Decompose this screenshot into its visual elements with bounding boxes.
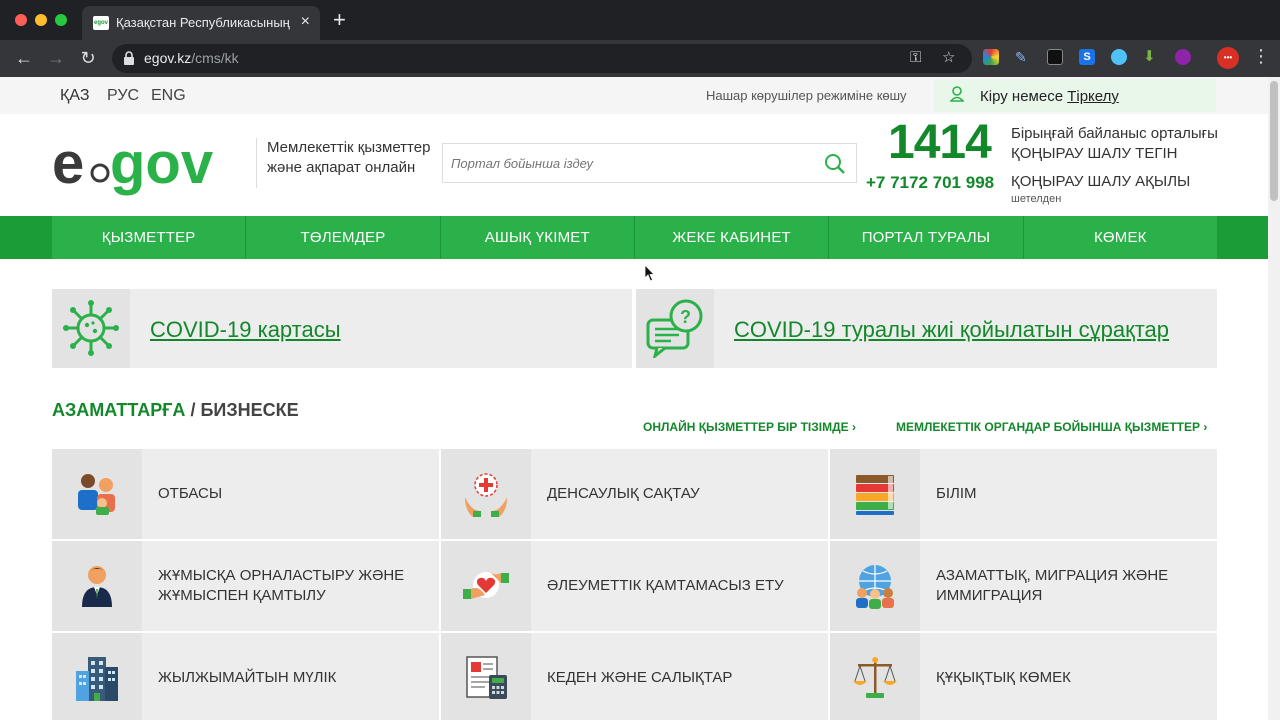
question-chat-icon: ? [646,299,703,358]
covid-faq-link[interactable]: COVID-19 туралы жиі қойылатын сұрақтар [734,317,1169,343]
globe-people-icon [856,565,894,609]
extension-s-icon[interactable]: S [1079,49,1095,65]
tab-title: Қазақстан Республикасының [116,15,290,30]
egov-logo[interactable]: e gov [52,135,244,199]
category-customs-tax[interactable]: КЕДЕН ЖӘНЕ САЛЫҚТАР [441,633,828,720]
category-label: КЕДЕН ЖӘНЕ САЛЫҚТАР [547,669,733,686]
category-label: ДЕНСАУЛЫҚ САҚТАУ [547,485,700,502]
page-scrollbar[interactable] [1268,77,1280,720]
tab-business[interactable]: БИЗНЕСКЕ [200,400,298,420]
tax-document-icon [466,656,507,699]
profile-avatar[interactable]: ••• [1217,47,1239,69]
paid-phone-sub: шетелден [1011,193,1062,205]
buildings-icon [76,657,118,701]
browser-menu-icon[interactable]: ⋮ [1252,46,1270,66]
category-label: ҚҰҚЫҚТЫҚ КӨМЕК [936,669,1071,686]
category-label: АЗАМАТТЫҚ, МИГРАЦИЯ ЖӘНЕ ИММИГРАЦИЯ [936,567,1169,604]
forward-arrow-icon[interactable]: → [45,48,67,68]
virus-icon [63,300,119,356]
category-family[interactable]: ОТБАСЫ [52,449,439,539]
hotline-note: Бірыңғай байланыс орталығы ҚОҢЫРАУ ШАЛУ … [1011,125,1218,162]
maximize-window-button[interactable] [55,14,67,26]
nav-services[interactable]: ҚЫЗМЕТТЕР [52,216,247,259]
agency-services-link[interactable]: МЕМЛЕКЕТТІК ОРГАНДАР БОЙЫНША ҚЫЗМЕТТЕР › [896,420,1207,434]
login-link[interactable]: Кіру [980,88,1008,105]
nav-personal-cabinet[interactable]: ЖЕКЕ КАБИНЕТ [635,216,830,259]
portal-search [442,143,857,183]
covid-faq-banner[interactable]: ? COVID-19 туралы жиі қойылатын сұрақтар [636,289,1217,368]
paid-phone-number[interactable]: +7 7172 701 998 [866,173,994,193]
category-label: ОТБАСЫ [158,485,223,502]
lang-eng[interactable]: ENG [151,87,186,105]
covid-map-link[interactable]: COVID-19 картасы [150,317,341,343]
category-social[interactable]: ӘЛЕУМЕТТІК ҚАМТАМАСЫЗ ЕТУ [441,541,828,631]
low-vision-mode-link[interactable]: Нашар көрушілер режиміне көшу [706,88,907,103]
lang-kaz[interactable]: ҚАЗ [60,87,89,105]
minimize-window-button[interactable] [35,14,47,26]
login-register-text: Кіру немесе Тіркелу [980,88,1119,105]
url-text: egov.kz/cms/kk [144,50,239,66]
hotline-number[interactable]: 1414 [888,115,992,170]
search-input[interactable] [451,152,811,174]
svg-text:e: e [52,135,84,196]
category-label: ЖҰМЫСҚА ОРНАЛАСТЫРУ ЖӘНЕ ЖҰМЫСПЕН ҚАМТЫЛ… [158,567,405,604]
books-icon [856,475,894,515]
search-icon[interactable] [824,153,846,175]
mouse-cursor-icon [645,265,655,282]
browser-tab-bar: egov Қазақстан Республикасының × + [0,0,1280,40]
browser-tab[interactable]: egov Қазақстан Республикасының × [82,6,320,40]
audience-switch: АЗАМАТТАРҒА / БИЗНЕСКЕ [52,400,299,420]
svg-text:?: ? [680,307,691,327]
close-window-button[interactable] [15,14,27,26]
nav-help[interactable]: КӨМЕК [1024,216,1217,259]
lock-icon [124,51,134,65]
user-icon [950,86,964,102]
social-care-icon [463,569,509,599]
main-nav: ҚЫЗМЕТТЕР ТӨЛЕМДЕР АШЫҚ ҮКІМЕТ ЖЕКЕ КАБИ… [0,216,1268,259]
covid-map-banner[interactable]: COVID-19 картасы [52,289,632,368]
category-label: ӘЛЕУМЕТТІК ҚАМТАМАСЫЗ ЕТУ [547,577,784,594]
address-bar[interactable]: egov.kz/cms/kk ⚿ ☆ [112,44,972,73]
extension-cloud-icon[interactable] [1111,49,1127,65]
category-label: БІЛІМ [936,485,977,502]
browser-toolbar: ← → ↻ egov.kz/cms/kk ⚿ ☆ ✎ S ⬇ [0,40,1280,77]
register-link[interactable]: Тіркелу [1067,88,1119,105]
healthcare-icon [465,473,507,517]
employee-icon [82,566,112,607]
family-icon [78,474,115,515]
tab-close-icon[interactable]: × [301,14,310,30]
category-legal-aid[interactable]: ҚҰҚЫҚТЫҚ КӨМЕК [830,633,1217,720]
extension-circle-icon[interactable] [1175,49,1191,65]
login-box: Кіру немесе Тіркелу [934,79,1216,112]
back-arrow-icon[interactable]: ← [13,48,35,68]
scrollbar-thumb[interactable] [1270,81,1278,201]
nav-about-portal[interactable]: ПОРТАЛ ТУРАЛЫ [829,216,1024,259]
category-label: ЖЫЛЖЫМАЙТЫН МҮЛІК [158,669,337,686]
online-services-link[interactable]: ОНЛАЙН ҚЫЗМЕТТЕР БІР ТІЗІМДЕ › [643,420,856,434]
new-tab-button[interactable]: + [333,9,346,31]
site-tagline: Мемлекеттік қызметтер және ақпарат онлай… [256,138,430,188]
top-strip: ҚАЗ РУС ENG Нашар көрушілер режиміне көш… [0,77,1268,114]
key-icon[interactable]: ⚿ [910,49,921,67]
category-citizenship[interactable]: АЗАМАТТЫҚ, МИГРАЦИЯ ЖӘНЕ ИММИГРАЦИЯ [830,541,1217,631]
category-employment[interactable]: ЖҰМЫСҚА ОРНАЛАСТЫРУ ЖӘНЕ ЖҰМЫСПЕН ҚАМТЫЛ… [52,541,439,631]
lang-rus[interactable]: РУС [107,87,139,105]
star-icon[interactable]: ☆ [942,49,955,67]
extension-cube-icon[interactable] [1047,49,1063,65]
nav-open-government[interactable]: АШЫҚ ҮКІМЕТ [441,216,635,259]
category-education[interactable]: БІЛІМ [830,449,1217,539]
egov-favicon-icon: egov [93,16,109,30]
scales-icon [853,657,897,698]
reload-icon[interactable]: ↻ [77,48,99,68]
extension-pinwheel-icon[interactable] [983,49,999,65]
extension-pen-icon[interactable]: ✎ [1015,49,1031,65]
paid-phone-note: ҚОҢЫРАУ ШАЛУ АҚЫЛЫ [1011,173,1191,190]
extension-download-icon[interactable]: ⬇ [1143,49,1159,65]
category-healthcare[interactable]: ДЕНСАУЛЫҚ САҚТАУ [441,449,828,539]
nav-payments[interactable]: ТӨЛЕМДЕР [246,216,441,259]
tab-citizens[interactable]: АЗАМАТТАРҒА [52,400,185,420]
svg-text:gov: gov [110,135,213,196]
category-real-estate[interactable]: ЖЫЛЖЫМАЙТЫН МҮЛІК [52,633,439,720]
